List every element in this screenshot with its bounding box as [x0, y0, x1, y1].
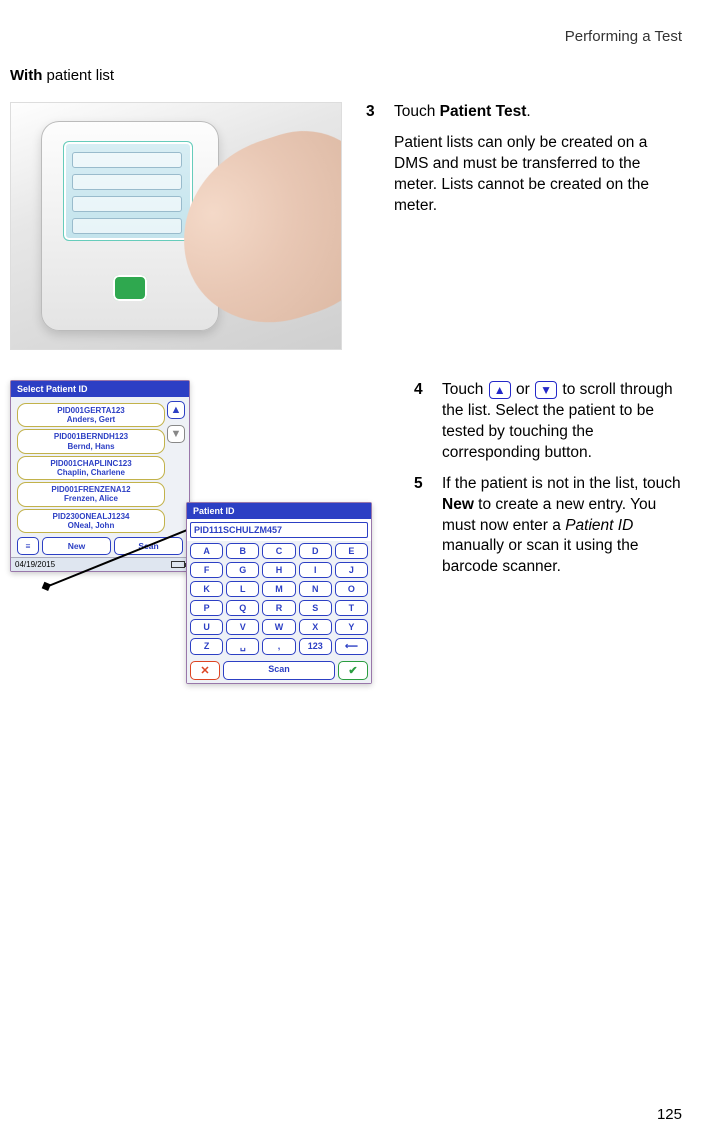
patient-row[interactable]: PID001GERTA123Anders, Gert: [17, 403, 165, 427]
key[interactable]: Z: [190, 638, 223, 655]
page-number: 125: [657, 1106, 682, 1123]
t: Touch: [394, 103, 440, 120]
battery-icon: [171, 561, 185, 568]
key[interactable]: E: [335, 543, 368, 559]
key[interactable]: D: [299, 543, 332, 559]
numeric-key[interactable]: 123: [299, 638, 332, 655]
window-title: Patient ID: [187, 503, 371, 519]
key[interactable]: G: [226, 562, 259, 578]
key[interactable]: V: [226, 619, 259, 635]
t: .: [526, 103, 530, 120]
key[interactable]: R: [262, 600, 295, 616]
keyboard: A B C D E F G H I J K L M N: [187, 541, 371, 661]
patient-test-label: Patient Test: [440, 103, 527, 120]
step-number: 4: [414, 380, 428, 464]
step5-text: If the patient is not in the list, touch…: [442, 474, 682, 579]
meter-screen: [63, 141, 193, 241]
patient-id-window: Patient ID PID111SCHULZM457 A B C D E F …: [186, 502, 372, 684]
power-button-icon: [113, 275, 147, 301]
pname: ONeal, John: [68, 521, 115, 530]
patient-row[interactable]: PID001FRENZENA12Frenzen, Alice: [17, 482, 165, 506]
pname: Bernd, Hans: [67, 442, 114, 451]
patient-row[interactable]: PID001BERNDH123Bernd, Hans: [17, 429, 165, 453]
step3-text: Touch Patient Test. Patient lists can on…: [394, 102, 682, 217]
device-photo: [10, 102, 342, 350]
t: Touch: [442, 381, 488, 398]
key[interactable]: C: [262, 543, 295, 559]
new-label: New: [442, 496, 474, 513]
key[interactable]: W: [262, 619, 295, 635]
patient-row[interactable]: PID230ONEALJ1234ONeal, John: [17, 509, 165, 533]
confirm-button[interactable]: ✔: [338, 661, 368, 680]
scan-button[interactable]: Scan: [223, 661, 335, 680]
scroll-down-button[interactable]: ▼: [167, 425, 185, 443]
t: manually or scan it using the barcode sc…: [442, 537, 638, 575]
pname: Chaplin, Charlene: [57, 468, 125, 477]
date-label: 04/19/2015: [15, 560, 55, 569]
step-number: 3: [366, 102, 380, 217]
pid: PID001GERTA123: [57, 406, 124, 415]
section-header: Performing a Test: [10, 28, 682, 45]
key[interactable]: X: [299, 619, 332, 635]
step-number: 5: [414, 474, 428, 579]
down-arrow-icon: ▼: [535, 381, 557, 399]
scroll-up-button[interactable]: ▲: [167, 401, 185, 419]
pid: PID230ONEALJ1234: [53, 512, 130, 521]
step4-text: Touch ▲ or ▼ to scroll through the list.…: [442, 380, 682, 464]
t: If the patient is not in the list, touch: [442, 475, 681, 492]
key[interactable]: H: [262, 562, 295, 578]
new-button[interactable]: New: [42, 537, 111, 555]
key[interactable]: J: [335, 562, 368, 578]
list-icon-button[interactable]: ≡: [17, 537, 39, 555]
up-arrow-icon: ▲: [489, 381, 511, 399]
key[interactable]: ,: [262, 638, 295, 655]
patient-id-input[interactable]: PID111SCHULZM457: [190, 522, 368, 538]
patient-id-ital: Patient ID: [565, 517, 633, 534]
t: or: [512, 381, 534, 398]
key[interactable]: I: [299, 562, 332, 578]
key[interactable]: O: [335, 581, 368, 597]
cancel-button[interactable]: ✕: [190, 661, 220, 680]
pid: PID001BERNDH123: [54, 432, 128, 441]
subhead-rest: patient list: [42, 67, 114, 84]
space-key[interactable]: ␣: [226, 638, 259, 655]
select-patient-window: Select Patient ID ▲ ▼ PID001GERTA123Ande…: [10, 380, 190, 572]
key[interactable]: N: [299, 581, 332, 597]
key[interactable]: T: [335, 600, 368, 616]
key[interactable]: K: [190, 581, 223, 597]
key[interactable]: M: [262, 581, 295, 597]
patient-row[interactable]: PID001CHAPLINC123Chaplin, Charlene: [17, 456, 165, 480]
backspace-key[interactable]: ⟵: [335, 638, 368, 655]
window-title: Select Patient ID: [11, 381, 189, 397]
subhead-bold: With: [10, 67, 42, 84]
key[interactable]: Q: [226, 600, 259, 616]
pname: Frenzen, Alice: [64, 494, 118, 503]
key[interactable]: F: [190, 562, 223, 578]
step3-para: Patient lists can only be created on a D…: [394, 133, 682, 217]
subheading: With patient list: [10, 67, 682, 84]
pid: PID001FRENZENA12: [51, 485, 130, 494]
pid: PID001CHAPLINC123: [50, 459, 131, 468]
pname: Anders, Gert: [67, 415, 115, 424]
key[interactable]: A: [190, 543, 223, 559]
key[interactable]: Y: [335, 619, 368, 635]
key[interactable]: P: [190, 600, 223, 616]
key[interactable]: U: [190, 619, 223, 635]
key[interactable]: B: [226, 543, 259, 559]
key[interactable]: S: [299, 600, 332, 616]
key[interactable]: L: [226, 581, 259, 597]
